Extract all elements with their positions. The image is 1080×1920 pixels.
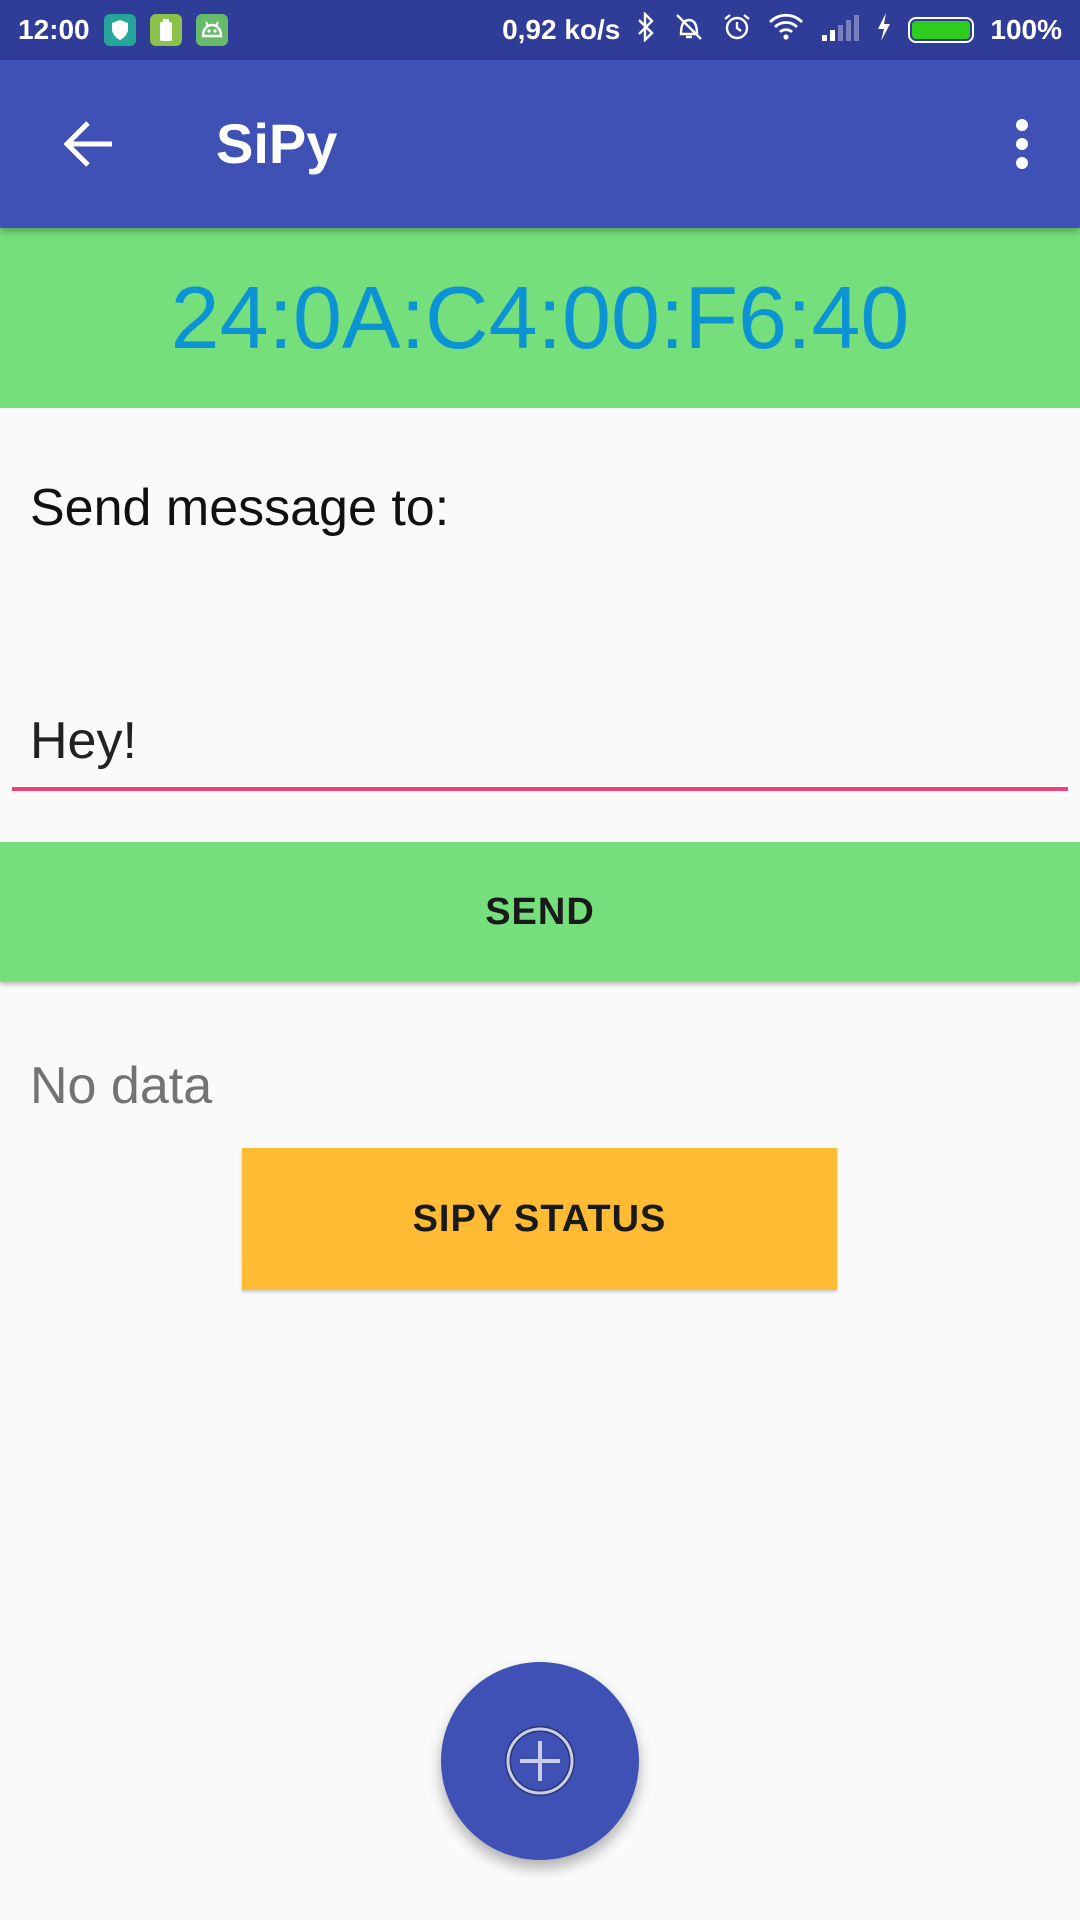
shield-icon: [103, 14, 136, 46]
add-circle-icon: [505, 1726, 575, 1796]
vibrate-off-icon: [672, 12, 706, 49]
bluetooth-icon: [636, 10, 656, 49]
wifi-icon: [768, 13, 804, 48]
sipy-status-button[interactable]: SIPY STATUS: [242, 1148, 837, 1290]
status-bar-left: 12:00: [18, 14, 228, 46]
arrow-back-icon: [63, 121, 112, 167]
status-bar-right: 0,92 ko/s 100%: [502, 10, 1062, 49]
battery-saver-icon: [149, 14, 182, 46]
back-button[interactable]: [54, 110, 122, 178]
clock: 12:00: [18, 14, 90, 45]
alarm-icon: [722, 12, 752, 49]
add-fab-button[interactable]: [441, 1662, 639, 1860]
battery-icon: [908, 17, 975, 43]
android-icon: [195, 14, 228, 46]
more-vert-icon: [1016, 119, 1028, 169]
status-bar: 12:00 0,92 ko/s 100%: [0, 0, 1080, 60]
app-bar: SiPy: [0, 60, 1080, 228]
net-speed: 0,92 ko/s: [502, 14, 621, 45]
message-input-container: [12, 695, 1068, 791]
device-address-banner: 24:0A:C4:00:F6:40: [0, 228, 1080, 408]
page-title: SiPy: [216, 112, 338, 175]
charging-icon: [876, 12, 892, 48]
send-message-label: Send message to:: [30, 479, 450, 537]
overflow-menu-button[interactable]: [988, 110, 1056, 178]
mac-address: 24:0A:C4:00:F6:40: [170, 268, 910, 367]
battery-percent: 100%: [990, 14, 1062, 45]
no-data-text: No data: [30, 1057, 213, 1115]
battery-level-fill: [912, 21, 971, 39]
signal-icon: [820, 13, 860, 48]
message-input[interactable]: [12, 695, 1068, 791]
send-button[interactable]: SEND: [0, 842, 1080, 982]
